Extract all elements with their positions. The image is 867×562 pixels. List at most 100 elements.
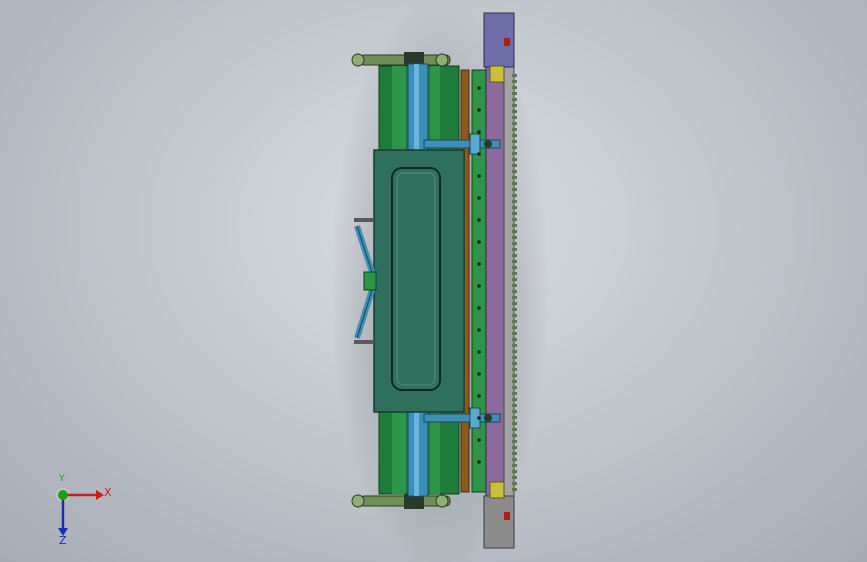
rack-tooth	[512, 338, 517, 341]
rack-tooth	[512, 194, 517, 197]
rack-tooth	[512, 398, 517, 401]
rack-tooth	[512, 356, 517, 359]
rack-tooth	[512, 176, 517, 179]
rack-tooth	[512, 212, 517, 215]
rack-tooth	[512, 380, 517, 383]
strip-fastener	[477, 108, 481, 112]
rack-tooth	[512, 134, 517, 137]
rack-tooth	[512, 110, 517, 113]
rack-tooth	[512, 86, 517, 89]
bottom-end-plate[interactable]	[483, 495, 515, 549]
strip-fastener	[477, 262, 481, 266]
rack-tooth	[512, 446, 517, 449]
rack-tooth	[512, 74, 517, 77]
strip-fastener	[477, 152, 481, 156]
rack-tooth	[512, 272, 517, 275]
rack-tooth	[512, 452, 517, 455]
strip-fastener	[477, 372, 481, 376]
rack-tooth	[512, 404, 517, 407]
rack-tooth	[512, 314, 517, 317]
rack-tooth	[512, 488, 517, 491]
z-axis-label: Z	[59, 534, 67, 547]
bottom-red-marker	[504, 512, 510, 520]
rack-tooth	[512, 122, 517, 125]
panel-housing[interactable]	[373, 149, 465, 413]
rack-tooth	[512, 128, 517, 131]
strip-fastener	[477, 130, 481, 134]
strip-fastener	[477, 350, 481, 354]
y-axis-dot	[58, 490, 68, 500]
rack-tooth	[512, 158, 517, 161]
rack-tooth	[512, 236, 517, 239]
rack-tooth	[512, 482, 517, 485]
rack-tooth	[512, 290, 517, 293]
rack-tooth	[512, 260, 517, 263]
link-pin-top	[354, 218, 374, 222]
rack-tooth	[512, 422, 517, 425]
rack-tooth	[512, 410, 517, 413]
link-pivot	[363, 271, 377, 291]
strip-fastener	[477, 86, 481, 90]
x-axis-head	[96, 490, 104, 500]
link-pin-bottom	[354, 340, 374, 344]
rack-tooth	[512, 146, 517, 149]
rack-tooth	[512, 416, 517, 419]
rack-tooth	[512, 140, 517, 143]
rack-tooth	[512, 320, 517, 323]
cad-model[interactable]	[0, 0, 867, 562]
rack-tooth	[512, 206, 517, 209]
rack-tooth	[512, 104, 517, 107]
strip-fastener	[477, 218, 481, 222]
strip-fastener	[477, 196, 481, 200]
strip-fastener	[477, 328, 481, 332]
rack-tooth	[512, 278, 517, 281]
strip-fastener	[477, 394, 481, 398]
rack-tooth	[512, 332, 517, 335]
rack-tooth	[512, 470, 517, 473]
rack-tooth	[512, 350, 517, 353]
rack-tooth	[512, 248, 517, 251]
rack-tooth	[512, 428, 517, 431]
rack-tooth	[512, 164, 517, 167]
strip-fastener	[477, 284, 481, 288]
rack-tooth	[512, 170, 517, 173]
strip-fastener	[477, 174, 481, 178]
rack-tooth	[512, 116, 517, 119]
strip-fastener	[477, 416, 481, 420]
strip-fastener	[477, 438, 481, 442]
purple-rail[interactable]	[485, 65, 505, 497]
rack-tooth	[512, 476, 517, 479]
triad-graphic	[56, 488, 104, 536]
rack-tooth	[512, 302, 517, 305]
strip-fastener	[477, 460, 481, 464]
rack-tooth	[512, 266, 517, 269]
rack-tooth	[512, 458, 517, 461]
y-axis-label: Y	[59, 474, 65, 484]
rack-tooth	[512, 464, 517, 467]
rack-tooth	[512, 392, 517, 395]
bottom-end-block	[489, 481, 505, 499]
rack-tooth	[512, 326, 517, 329]
rack-tooth	[512, 200, 517, 203]
rack-tooth	[512, 434, 517, 437]
rack-tooth	[512, 284, 517, 287]
rack-tooth	[512, 386, 517, 389]
orientation-triad[interactable]: X Y Z	[44, 474, 124, 550]
rack-tooth	[512, 344, 517, 347]
top-end-block	[489, 65, 505, 83]
rack-tooth	[512, 296, 517, 299]
rack-tooth	[512, 374, 517, 377]
rack-tooth	[512, 188, 517, 191]
rack-tooth	[512, 308, 517, 311]
rack-tooth	[512, 368, 517, 371]
x-axis-label: X	[104, 486, 112, 499]
rack-tooth	[512, 440, 517, 443]
rack-tooth	[512, 182, 517, 185]
strip-fastener	[477, 240, 481, 244]
cad-viewport[interactable]: X Y Z	[0, 0, 867, 562]
rack-tooth	[512, 152, 517, 155]
rack-tooth	[512, 218, 517, 221]
rack-tooth	[512, 242, 517, 245]
rack-tooth	[512, 230, 517, 233]
rack-tooth	[512, 92, 517, 95]
